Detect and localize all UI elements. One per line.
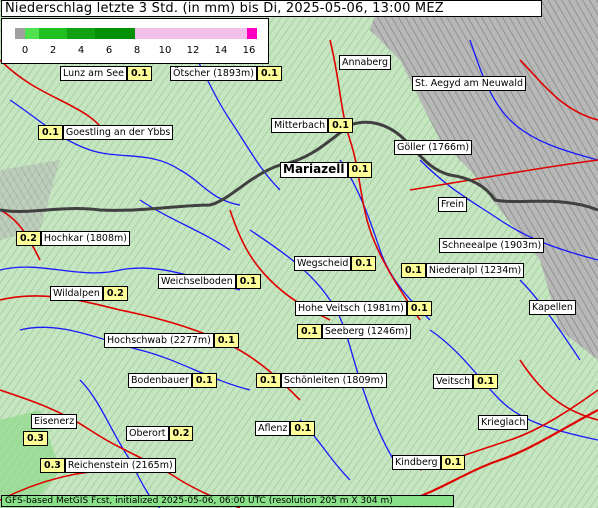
station-name: Krieglach: [478, 415, 529, 430]
station-name: Veitsch: [433, 374, 474, 389]
station-value: 0.1: [406, 301, 432, 316]
station-name: Hochkar (1808m): [40, 231, 130, 246]
station-value: 0.1: [290, 421, 316, 436]
map-title: Niederschlag letzte 3 Std. (in mm) bis D…: [1, 0, 542, 17]
station-value: 0.2: [102, 286, 128, 301]
legend-tick: 8: [133, 45, 141, 56]
legend-tick: 0: [21, 45, 29, 56]
station-oberort: Oberort 0.2: [126, 426, 194, 441]
station-name: Weichselboden: [158, 274, 236, 289]
station-oetscher: Ötscher (1893m) 0.1: [170, 66, 282, 81]
station-goeller: Göller (1766m): [394, 140, 473, 155]
station-mariazell: Mariazell 0.1: [280, 162, 373, 178]
station-value: 0.1: [191, 373, 217, 388]
station-value: 0.1: [257, 66, 282, 81]
legend-tick: 6: [105, 45, 113, 56]
station-value: 0.1: [213, 333, 239, 348]
station-kindberg: Kindberg 0.1: [392, 455, 466, 470]
station-schoenleiten: 0.1 Schönleiten (1809m): [256, 373, 387, 388]
station-value: 0.1: [235, 274, 261, 289]
legend-tick: 14: [214, 45, 228, 56]
legend-swatch-below-zero: [15, 28, 25, 39]
station-value: 0.2: [168, 426, 194, 441]
station-value: 0.1: [38, 125, 63, 140]
legend-tick: 12: [186, 45, 200, 56]
legend-tick: 2: [49, 45, 57, 56]
station-name: Ötscher (1893m): [170, 66, 258, 81]
station-value: 0.1: [351, 256, 377, 271]
station-name: Annaberg: [339, 55, 392, 70]
station-veitsch: Veitsch 0.1: [433, 374, 499, 389]
station-name: Bodenbauer: [128, 373, 192, 388]
station-name: Wildalpen: [50, 286, 103, 301]
station-hohe-veitsch: Hohe Veitsch (1981m) 0.1: [295, 301, 432, 316]
station-name: Seeberg (1246m): [321, 324, 412, 339]
station-name: Hohe Veitsch (1981m): [295, 301, 407, 316]
station-name: Kapellen: [529, 300, 576, 315]
legend-swatch-above-16: [247, 28, 257, 39]
station-name: Eisenerz: [31, 414, 78, 429]
station-krieglach: Krieglach: [478, 415, 529, 430]
station-name: Frein: [438, 197, 467, 212]
station-hochkar: 0.2 Hochkar (1808m): [16, 231, 130, 246]
station-weichselboden: Weichselboden 0.1: [158, 274, 261, 289]
station-name: Niederalpl (1234m): [425, 263, 525, 278]
station-name: Schönleiten (1809m): [280, 373, 387, 388]
station-eisenerz: Eisenerz 0.3: [23, 414, 78, 446]
station-st-aegyd: St. Aegyd am Neuwald: [412, 76, 527, 91]
station-name: St. Aegyd am Neuwald: [412, 76, 527, 91]
station-aflenz: Aflenz 0.1: [255, 421, 316, 436]
legend-swatch-2-4: [39, 28, 67, 39]
station-name: Lunz am See: [60, 66, 127, 81]
station-name: Mariazell: [280, 162, 348, 178]
station-name: Oberort: [126, 426, 169, 441]
station-frein: Frein: [438, 197, 467, 212]
station-name: Kindberg: [392, 455, 441, 470]
station-value: 0.3: [23, 431, 48, 446]
station-reichenstein: 0.3 Reichenstein (2165m): [40, 458, 176, 473]
legend-swatch-4-6: [67, 28, 95, 39]
station-bodenbauer: Bodenbauer 0.1: [128, 373, 217, 388]
station-value: 0.1: [347, 162, 373, 178]
station-value: 0.1: [401, 263, 426, 278]
station-schneealpe: Schneealpe (1903m): [439, 238, 545, 253]
station-value: 0.3: [40, 458, 65, 473]
legend-swatch-0-2: [25, 28, 39, 39]
station-value: 0.1: [328, 118, 353, 133]
station-value: 0.2: [16, 231, 41, 246]
legend-swatch-6-8: [95, 28, 135, 39]
legend-tick: 10: [158, 45, 172, 56]
station-niederalpl: 0.1 Niederalpl (1234m): [401, 263, 525, 278]
station-name: Schneealpe (1903m): [439, 238, 545, 253]
precip-legend: 0 2 4 6 8 10 12 14 16: [1, 18, 269, 64]
station-name: Hochschwab (2277m): [104, 333, 214, 348]
station-wegscheid: Wegscheid 0.1: [294, 256, 377, 271]
station-mitterbach: Mitterbach 0.1: [271, 118, 353, 133]
legend-tick: 16: [242, 45, 256, 56]
station-name: Aflenz: [255, 421, 291, 436]
forecast-footer: GFS-based MetGIS Fcst, initialized 2025-…: [1, 495, 454, 507]
station-name: Goestling an der Ybbs: [62, 125, 174, 140]
station-hochschwab: Hochschwab (2277m) 0.1: [104, 333, 239, 348]
precipitation-map: Niederschlag letzte 3 Std. (in mm) bis D…: [0, 0, 598, 508]
station-value: 0.1: [473, 374, 499, 389]
station-name: Göller (1766m): [394, 140, 473, 155]
station-seeberg: 0.1 Seeberg (1246m): [297, 324, 412, 339]
station-value: 0.1: [440, 455, 466, 470]
station-name: Wegscheid: [294, 256, 352, 271]
legend-tick: 4: [77, 45, 85, 56]
station-goestling: 0.1 Goestling an der Ybbs: [38, 125, 174, 140]
station-lunz-am-see: Lunz am See 0.1: [60, 66, 152, 81]
station-annaberg: Annaberg: [339, 55, 392, 70]
station-wildalpen: Wildalpen 0.2: [50, 286, 128, 301]
station-value: 0.1: [256, 373, 281, 388]
station-kapellen: Kapellen: [529, 300, 576, 315]
station-value: 0.1: [297, 324, 322, 339]
legend-swatch-8-16: [135, 28, 247, 39]
station-name: Mitterbach: [271, 118, 329, 133]
station-value: 0.1: [127, 66, 152, 81]
station-name: Reichenstein (2165m): [64, 458, 176, 473]
